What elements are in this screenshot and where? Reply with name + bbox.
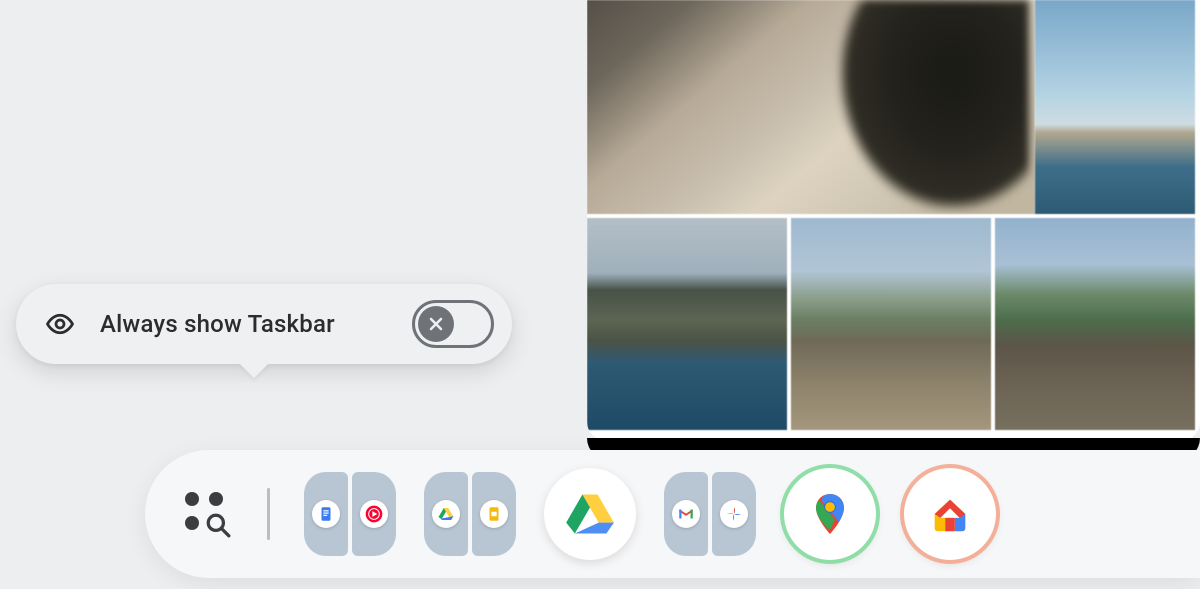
split-app-pair[interactable] (304, 472, 396, 556)
split-app-pair[interactable] (424, 472, 516, 556)
photo-tile[interactable] (587, 0, 1035, 214)
google-photos-icon (720, 500, 748, 528)
always-show-taskbar-toggle[interactable] (412, 300, 494, 348)
split-left[interactable] (304, 472, 348, 556)
toggle-knob (418, 306, 454, 342)
youtube-music-icon (360, 500, 388, 528)
split-right[interactable] (712, 472, 756, 556)
photos-window (587, 0, 1200, 440)
split-right[interactable] (352, 472, 396, 556)
split-left[interactable] (424, 472, 468, 556)
google-slides-icon (480, 500, 508, 528)
active-ring-icon (900, 464, 1000, 564)
active-ring-icon (780, 464, 880, 564)
google-maps-app[interactable] (784, 468, 876, 560)
always-show-taskbar-label: Always show Taskbar (100, 310, 388, 338)
split-left[interactable] (664, 472, 708, 556)
eye-icon (44, 308, 76, 340)
photo-tile[interactable] (1035, 0, 1195, 214)
taskbar-settings-popup: Always show Taskbar (16, 284, 512, 364)
photo-tile[interactable] (587, 218, 787, 430)
photo-tile[interactable] (995, 218, 1195, 430)
app-launcher-button[interactable] (181, 488, 233, 540)
taskbar (145, 450, 1200, 578)
gmail-icon (672, 500, 700, 528)
split-app-pair[interactable] (664, 472, 756, 556)
google-drive-icon (564, 488, 616, 540)
google-drive-icon (432, 500, 460, 528)
photo-tile[interactable] (791, 218, 991, 430)
google-home-app[interactable] (904, 468, 996, 560)
google-docs-icon (312, 500, 340, 528)
google-drive-app[interactable] (544, 468, 636, 560)
split-right[interactable] (472, 472, 516, 556)
taskbar-divider (267, 488, 270, 540)
photo-grid (587, 0, 1200, 440)
